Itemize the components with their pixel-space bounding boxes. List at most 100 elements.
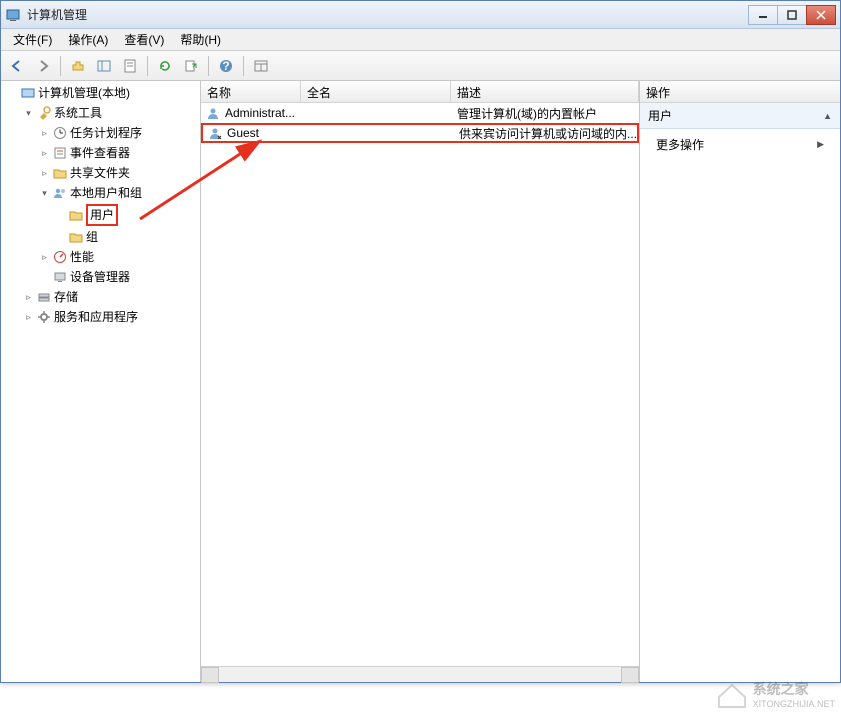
performance-icon xyxy=(52,249,68,265)
action-more[interactable]: 更多操作 ▶ xyxy=(640,133,840,156)
tree-local-users[interactable]: ▾ 本地用户和组 xyxy=(37,183,198,203)
tools-icon xyxy=(36,105,52,121)
actions-section-users[interactable]: 用户 ▲ xyxy=(640,103,840,129)
clock-icon xyxy=(52,125,68,141)
tree-system-tools[interactable]: ▾ 系统工具 xyxy=(21,103,198,123)
row-name: Administrat... xyxy=(221,106,301,120)
horizontal-scrollbar[interactable] xyxy=(201,666,639,682)
refresh-button[interactable] xyxy=(153,54,177,78)
maximize-button[interactable] xyxy=(777,5,807,25)
back-button[interactable] xyxy=(5,54,29,78)
tree-device-manager[interactable]: 设备管理器 xyxy=(37,267,198,287)
tree-task-scheduler-label: 任务计划程序 xyxy=(70,124,142,142)
tree-performance[interactable]: ▹ 性能 xyxy=(37,247,198,267)
col-name[interactable]: 名称 xyxy=(201,81,301,102)
collapse-icon[interactable]: ▾ xyxy=(39,188,50,199)
tree-storage[interactable]: ▹ 存储 xyxy=(21,287,198,307)
expand-icon[interactable]: ▹ xyxy=(39,168,50,179)
tree-services-apps-label: 服务和应用程序 xyxy=(54,308,138,326)
spacer-icon xyxy=(55,210,66,221)
expand-icon[interactable]: ▹ xyxy=(39,128,50,139)
tree-device-manager-label: 设备管理器 xyxy=(70,268,130,286)
svg-text:?: ? xyxy=(222,59,229,73)
expand-icon[interactable]: ▹ xyxy=(39,252,50,263)
list-header: 名称 全名 描述 xyxy=(201,81,639,103)
expand-icon[interactable]: ▹ xyxy=(23,292,34,303)
folder-icon xyxy=(68,229,84,245)
tree-performance-label: 性能 xyxy=(70,248,94,266)
chevron-right-icon: ▶ xyxy=(817,139,824,150)
tree-storage-label: 存储 xyxy=(54,288,78,306)
services-icon xyxy=(36,309,52,325)
users-icon xyxy=(52,185,68,201)
tree-pane[interactable]: 计算机管理(本地) ▾ 系统工具 xyxy=(1,81,201,682)
list-body[interactable]: Administrat... 管理计算机(域)的内置帐户 Guest 供来宾访问… xyxy=(201,103,639,666)
shared-folder-icon xyxy=(52,165,68,181)
chevron-up-icon: ▲ xyxy=(823,111,832,121)
folder-icon xyxy=(68,207,84,223)
spacer-icon xyxy=(55,232,66,243)
menu-action[interactable]: 操作(A) xyxy=(60,29,116,50)
list-row-guest[interactable]: Guest 供来宾访问计算机或访问域的内... xyxy=(201,123,639,143)
col-fullname[interactable]: 全名 xyxy=(301,81,451,102)
up-level-button[interactable] xyxy=(66,54,90,78)
watermark-url: XITONGZHIJIA.NET xyxy=(753,699,835,709)
actions-body: 更多操作 ▶ xyxy=(640,129,840,160)
list-pane: 名称 全名 描述 Administrat... 管理计算机(域)的内置帐户 xyxy=(201,81,640,682)
help-button[interactable]: ? xyxy=(214,54,238,78)
spacer-icon xyxy=(39,272,50,283)
properties-button[interactable] xyxy=(118,54,142,78)
menu-help[interactable]: 帮助(H) xyxy=(172,29,229,50)
event-icon xyxy=(52,145,68,161)
tree-shared-folders[interactable]: ▹ 共享文件夹 xyxy=(37,163,198,183)
actions-section-label: 用户 xyxy=(648,107,672,124)
tree-groups-label: 组 xyxy=(86,228,98,246)
row-description: 管理计算机(域)的内置帐户 xyxy=(451,105,639,122)
export-button[interactable] xyxy=(179,54,203,78)
main-area: 计算机管理(本地) ▾ 系统工具 xyxy=(1,81,840,682)
expand-icon[interactable] xyxy=(7,88,18,99)
management-icon xyxy=(20,85,36,101)
action-more-label: 更多操作 xyxy=(656,136,704,153)
menu-file[interactable]: 文件(F) xyxy=(5,29,60,50)
forward-button[interactable] xyxy=(31,54,55,78)
view-mode-button[interactable] xyxy=(249,54,273,78)
minimize-button[interactable] xyxy=(748,5,778,25)
actions-header: 操作 xyxy=(640,81,840,103)
tree-task-scheduler[interactable]: ▹ 任务计划程序 xyxy=(37,123,198,143)
app-icon xyxy=(5,7,21,23)
tree-root-label: 计算机管理(本地) xyxy=(38,84,130,102)
tree-services-apps[interactable]: ▹ 服务和应用程序 xyxy=(21,307,198,327)
window-title: 计算机管理 xyxy=(27,6,749,23)
tree-shared-folders-label: 共享文件夹 xyxy=(70,164,130,182)
row-name: Guest xyxy=(223,126,303,140)
titlebar[interactable]: 计算机管理 xyxy=(1,1,840,29)
col-description[interactable]: 描述 xyxy=(451,81,639,102)
storage-icon xyxy=(36,289,52,305)
tree-local-users-label: 本地用户和组 xyxy=(70,184,142,202)
tree-root[interactable]: 计算机管理(本地) xyxy=(5,83,198,103)
toolbar: ? xyxy=(1,51,840,81)
watermark: 系统之家 XITONGZHIJIA.NET xyxy=(717,679,835,709)
row-description: 供来宾访问计算机或访问域的内... xyxy=(453,125,637,142)
user-icon xyxy=(205,105,221,121)
menu-view[interactable]: 查看(V) xyxy=(116,29,172,50)
tree-users[interactable]: 用户 xyxy=(53,203,198,227)
show-hide-console-button[interactable] xyxy=(92,54,116,78)
user-disabled-icon xyxy=(207,125,223,141)
collapse-icon[interactable]: ▾ xyxy=(23,108,34,119)
window-buttons xyxy=(749,5,836,25)
tree-system-tools-label: 系统工具 xyxy=(54,104,102,122)
window-frame: 计算机管理 文件(F) 操作(A) 查看(V) 帮助(H) xyxy=(0,0,841,683)
tree-groups[interactable]: 组 xyxy=(53,227,198,247)
actions-pane: 操作 用户 ▲ 更多操作 ▶ xyxy=(640,81,840,682)
expand-icon[interactable]: ▹ xyxy=(39,148,50,159)
device-icon xyxy=(52,269,68,285)
menubar: 文件(F) 操作(A) 查看(V) 帮助(H) xyxy=(1,29,840,51)
list-row-admin[interactable]: Administrat... 管理计算机(域)的内置帐户 xyxy=(201,103,639,123)
tree-event-viewer-label: 事件查看器 xyxy=(70,144,130,162)
tree-event-viewer[interactable]: ▹ 事件查看器 xyxy=(37,143,198,163)
expand-icon[interactable]: ▹ xyxy=(23,312,34,323)
close-button[interactable] xyxy=(806,5,836,25)
tree-users-label: 用户 xyxy=(86,204,118,226)
